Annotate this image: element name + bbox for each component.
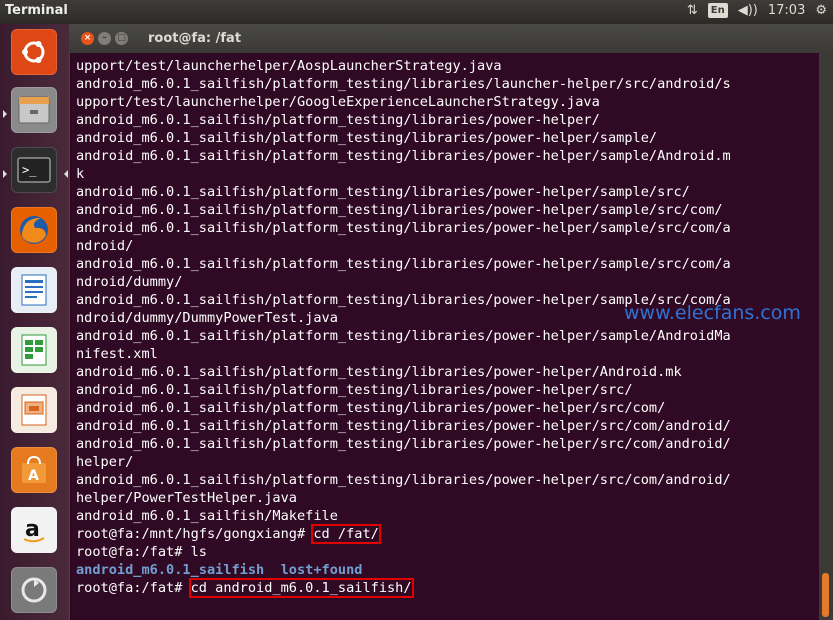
output-line: helper/PowerTestHelper.java [76,490,297,506]
output-line: helper/ [76,454,134,470]
output-line: android_m6.0.1_sailfish/platform_testing… [76,184,690,200]
output-line: android_m6.0.1_sailfish/platform_testing… [76,418,731,434]
output-line: android_m6.0.1_sailfish/platform_testing… [76,220,731,236]
terminal-scrollbar[interactable] [819,53,833,620]
window-title: root@fa: /fat [148,31,242,46]
output-line: android_m6.0.1_sailfish/platform_testing… [76,436,731,452]
active-app-title: Terminal [5,3,68,18]
libreoffice-writer-icon[interactable] [11,267,57,313]
network-icon[interactable]: ⇅ [687,3,698,18]
ubuntu-dash-icon[interactable] [11,29,57,75]
running-indicator [3,110,7,118]
close-icon[interactable]: × [81,32,94,45]
output-line: android_m6.0.1_sailfish/platform_testing… [76,400,666,416]
ls-output-line: android_m6.0.1_sailfish lost+found [76,561,731,579]
svg-text:a: a [25,517,40,542]
output-line: ndroid/ [76,238,134,254]
output-line: android_m6.0.1_sailfish/platform_testing… [76,328,731,344]
system-tray: ⇅ En ◀)) 17:03 ⚙ [687,3,827,18]
top-panel: Terminal ⇅ En ◀)) 17:03 ⚙ [0,0,833,24]
running-indicator [3,170,7,178]
prompt-line-ls: root@fa:/fat# ls [76,543,731,561]
minimize-icon[interactable]: – [98,32,111,45]
highlighted-command: cd /fat/ [311,524,381,544]
scrollbar-thumb[interactable] [822,573,829,617]
launcher: >_ A a [0,24,70,620]
maximize-icon[interactable]: □ [115,32,128,45]
terminal-titlebar[interactable]: × – □ root@fa: /fat [69,24,833,53]
volume-icon[interactable]: ◀)) [738,3,758,18]
svg-text:A: A [28,468,39,484]
keyboard-layout-indicator[interactable]: En [707,3,728,18]
libreoffice-impress-icon[interactable] [11,387,57,433]
output-line: android_m6.0.1_sailfish/platform_testing… [76,148,731,164]
output-line: ndroid/dummy/ [76,274,183,290]
prompt-line-cd-android: root@fa:/fat# cd android_m6.0.1_sailfish… [76,578,731,598]
shell-prompt: root@fa:/fat# [76,544,191,560]
focused-indicator [64,170,68,178]
highlighted-command: cd android_m6.0.1_sailfish/ [188,578,414,598]
firefox-icon[interactable] [11,207,57,253]
directory-entry: android_m6.0.1_sailfish [76,562,265,578]
software-center-icon[interactable]: A [11,447,57,493]
output-line: android_m6.0.1_sailfish/platform_testing… [76,112,600,128]
directory-entry: lost+found [280,562,363,578]
output-line: android_m6.0.1_sailfish/Makefile [76,508,338,524]
output-line: android_m6.0.1_sailfish/platform_testing… [76,202,723,218]
output-line: android_m6.0.1_sailfish/platform_testing… [76,130,658,146]
output-line: android_m6.0.1_sailfish/platform_testing… [76,472,731,488]
output-line: android_m6.0.1_sailfish/platform_testing… [76,364,682,380]
output-line: upport/test/launcherhelper/AospLauncherS… [76,58,502,74]
output-line: android_m6.0.1_sailfish/platform_testing… [76,256,731,272]
output-line: upport/test/launcherhelper/GoogleExperie… [76,94,600,110]
terminal-output[interactable]: upport/test/launcherhelper/AospLauncherS… [71,53,819,620]
updates-icon[interactable] [11,567,57,613]
prompt-line-cd-fat: root@fa:/mnt/hgfs/gongxiang# cd /fat/ [76,524,731,544]
watermark: www.elecfans.com [624,302,801,324]
shell-prompt: root@fa:/mnt/hgfs/gongxiang# [76,526,314,542]
files-icon[interactable] [11,87,57,133]
output-line: nifest.xml [76,346,158,362]
shell-prompt: root@fa:/fat# [76,580,191,596]
output-line: k [76,166,85,182]
output-line: android_m6.0.1_sailfish/platform_testing… [76,76,731,92]
output-line: android_m6.0.1_sailfish/platform_testing… [76,382,633,398]
libreoffice-calc-icon[interactable] [11,327,57,373]
window-controls: × – □ [81,32,128,45]
clock[interactable]: 17:03 [768,3,805,18]
command: ls [190,544,207,560]
settings-icon[interactable]: ⚙ [815,3,827,18]
amazon-icon[interactable]: a [11,507,57,553]
terminal-icon[interactable]: >_ [11,147,57,193]
svg-text:>_: >_ [22,163,37,177]
